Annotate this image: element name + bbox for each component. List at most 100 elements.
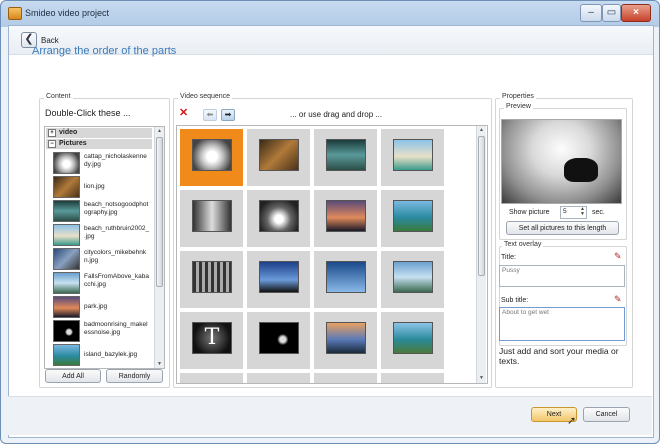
sequence-cell[interactable] — [381, 129, 444, 186]
collapse-icon[interactable]: − — [48, 140, 56, 148]
text-overlay-label: Text overlay — [502, 241, 544, 248]
list-item[interactable]: badmoonrising_makel essnoise.jpg — [53, 320, 157, 344]
sequence-grid[interactable]: T ▲ ▼ — [176, 125, 488, 384]
list-item[interactable]: beach_notsogoodphot ography.jpg — [53, 200, 157, 224]
thumb-falls-icon — [393, 261, 433, 293]
expand-icon[interactable]: + — [48, 129, 56, 137]
thumb-beach-icon — [326, 139, 366, 171]
sequence-cell[interactable] — [180, 129, 243, 186]
app-icon — [8, 7, 22, 20]
list-item[interactable]: park.jpg — [53, 296, 157, 320]
tree-category-video[interactable]: + video — [46, 128, 152, 138]
sequence-cell[interactable] — [314, 312, 377, 369]
show-picture-stepper[interactable]: 5 ▲ ▼ — [560, 206, 587, 219]
thumb-tower-icon — [259, 261, 299, 293]
scroll-down-icon[interactable]: ▼ — [155, 360, 164, 368]
properties-group-label: Properties — [500, 93, 536, 100]
thumb-beach2-icon — [393, 139, 433, 171]
move-left-icon[interactable]: ⬅ — [203, 109, 217, 121]
scroll-up-icon[interactable]: ▲ — [155, 127, 164, 135]
subtitle-label: Sub title: — [501, 297, 529, 304]
thumb-island-icon — [53, 344, 80, 366]
drag-hint: ... or use drag and drop ... — [290, 110, 383, 119]
sequence-cell[interactable] — [314, 190, 377, 247]
thumb-park-icon — [53, 296, 80, 318]
sequence-cell[interactable] — [247, 312, 310, 369]
set-all-pictures-button[interactable]: Set all pictures to this length — [506, 221, 619, 235]
sequence-cell[interactable] — [247, 373, 310, 383]
sequence-cell[interactable] — [381, 373, 444, 383]
video-sequence-group-label: Video sequence — [178, 93, 233, 100]
sequence-cell[interactable] — [247, 129, 310, 186]
thumb-forest-icon — [192, 261, 232, 293]
minimize-button[interactable]: – — [580, 4, 602, 22]
thumb-moon-icon — [259, 322, 299, 354]
thumb-sunset-icon — [326, 322, 366, 354]
sequence-scrollbar[interactable]: ▲ ▼ — [476, 126, 486, 383]
seconds-label: sec. — [592, 209, 605, 216]
thumb-beach2-icon — [53, 224, 80, 246]
content-group-label: Content — [44, 93, 73, 100]
add-all-button[interactable]: Add All — [45, 369, 101, 383]
sequence-cell[interactable] — [314, 373, 377, 383]
media-tree[interactable]: + video − Pictures cattap_nicholaskenne dy… — [44, 126, 165, 369]
list-item[interactable]: lion.jpg — [53, 176, 157, 200]
thumb-flowers-icon — [259, 200, 299, 232]
sequence-cell[interactable] — [180, 190, 243, 247]
list-item[interactable]: citycolors_mikebehnk n.jpg — [53, 248, 157, 272]
sequence-cell[interactable] — [381, 312, 444, 369]
thumb-city-icon — [53, 248, 80, 270]
content-hint: Double-Click these ... — [45, 108, 131, 118]
thumb-beach-icon — [53, 200, 80, 222]
scrollbar-thumb[interactable] — [478, 136, 485, 276]
title-input[interactable]: Pussy — [499, 265, 625, 287]
close-button[interactable]: × — [621, 4, 651, 22]
scroll-up-icon[interactable]: ▲ — [477, 126, 486, 134]
cat-silhouette-icon — [564, 158, 598, 182]
page-heading: Arrange the order of the parts — [32, 45, 177, 57]
title-bar: Smideo video project – ▭ × — [1, 1, 659, 25]
subtitle-input[interactable]: About to get wet — [499, 307, 625, 341]
sequence-cell[interactable] — [180, 251, 243, 308]
thumb-lion-icon — [259, 139, 299, 171]
tree-scrollbar[interactable]: ▲ ▼ — [154, 127, 164, 368]
list-item[interactable]: beach_ruthbruin2002_ .jpg — [53, 224, 157, 248]
list-item[interactable]: cattap_nicholaskenne dy.jpg — [53, 152, 157, 176]
sequence-cell[interactable]: T — [180, 312, 243, 369]
maximize-button[interactable]: ▭ — [602, 4, 621, 22]
thumb-moon-icon — [53, 320, 80, 342]
sequence-cell[interactable] — [314, 251, 377, 308]
title-label: Title: — [501, 254, 516, 261]
thumb-cat-icon — [192, 139, 232, 171]
sequence-cell[interactable] — [180, 373, 243, 383]
thumb-island-icon — [393, 200, 433, 232]
show-picture-label: Show picture — [509, 209, 550, 216]
thumb-falls-icon — [53, 272, 80, 294]
randomly-button[interactable]: Randomly — [106, 369, 163, 383]
subtitle-style-icon[interactable]: ✎ — [614, 294, 624, 304]
delete-icon[interactable]: ✕ — [179, 108, 190, 119]
stepper-arrows-icon[interactable]: ▲ ▼ — [580, 207, 585, 217]
thumb-t-letter-icon: T — [192, 322, 232, 354]
thumb-coast-icon — [393, 322, 433, 354]
preview-group-label: Preview — [504, 103, 533, 110]
cancel-button[interactable]: Cancel — [583, 407, 630, 422]
title-style-icon[interactable]: ✎ — [614, 251, 624, 261]
list-item[interactable]: FallsFromAbove_kaba cchi.jpg — [53, 272, 157, 296]
sequence-cell[interactable] — [314, 129, 377, 186]
move-right-icon[interactable]: ➡ — [221, 109, 235, 121]
sequence-cell[interactable] — [381, 251, 444, 308]
list-item[interactable]: island_bazylek.jpg — [53, 344, 157, 368]
thumb-cranes-icon — [326, 261, 366, 293]
scrollbar-thumb[interactable] — [156, 137, 163, 287]
back-link[interactable]: Back — [41, 36, 59, 45]
tree-category-pictures[interactable]: − Pictures — [46, 139, 152, 149]
preview-image — [501, 119, 622, 204]
scroll-down-icon[interactable]: ▼ — [477, 374, 486, 382]
thumb-city-bw-icon — [192, 200, 232, 232]
window-title: Smideo video project — [25, 8, 110, 18]
thumb-cat-icon — [53, 152, 80, 174]
sequence-cell[interactable] — [247, 251, 310, 308]
sequence-cell[interactable] — [247, 190, 310, 247]
sequence-cell[interactable] — [381, 190, 444, 247]
